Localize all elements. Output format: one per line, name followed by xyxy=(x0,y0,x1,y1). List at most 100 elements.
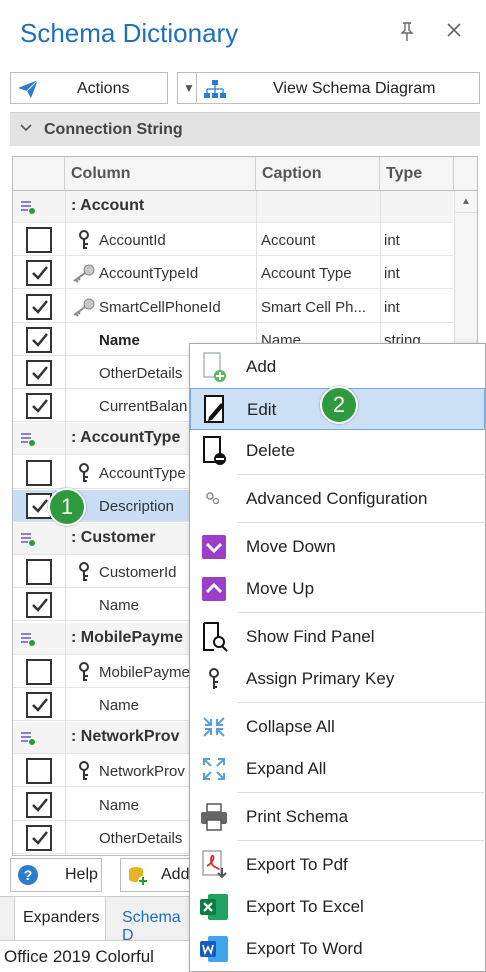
type-cell[interactable]: int xyxy=(384,224,450,256)
menu-item-label: Delete xyxy=(246,441,296,460)
expand-icon xyxy=(198,754,230,784)
table-group-icon xyxy=(21,433,35,447)
include-checkbox[interactable] xyxy=(26,824,52,851)
menu-item-advanced-configuration[interactable]: Advanced Configuration xyxy=(190,478,485,520)
menu-item-label: Add xyxy=(246,357,277,376)
include-checkbox[interactable] xyxy=(26,692,52,718)
menu-item-print-schema[interactable]: Print Schema xyxy=(190,796,485,838)
chevron-down-icon: ▼ xyxy=(183,81,195,95)
chevron-up-icon xyxy=(198,574,230,604)
printer-icon xyxy=(198,802,230,832)
view-schema-diagram-button[interactable]: View Schema Diagram xyxy=(196,72,480,104)
indicator-column-header xyxy=(13,157,65,191)
menu-item-label: Export To Word xyxy=(246,939,363,958)
group-label: Connection String xyxy=(44,121,183,138)
table-row[interactable]: AccountTypeId Account Type int xyxy=(13,257,453,290)
gears-icon xyxy=(198,484,230,514)
table-group-icon xyxy=(21,533,35,546)
menu-item-move-up[interactable]: Move Up xyxy=(190,568,485,610)
group-row[interactable]: : Account xyxy=(13,191,453,223)
paper-plane-icon xyxy=(18,79,39,98)
column-header-type[interactable]: Type xyxy=(380,157,454,191)
include-checkbox[interactable] xyxy=(26,227,52,254)
include-checkbox[interactable] xyxy=(26,260,52,287)
menu-item-export-to-pdf[interactable]: Export To Pdf xyxy=(190,844,485,886)
include-checkbox[interactable] xyxy=(26,592,52,619)
menu-item-label: Expand All xyxy=(246,759,327,778)
include-checkbox[interactable] xyxy=(26,360,52,386)
primary-key-icon xyxy=(79,230,89,250)
step-badge-1: 1 xyxy=(48,488,86,526)
primary-key-icon xyxy=(79,761,89,781)
menu-item-move-down[interactable]: Move Down xyxy=(190,526,485,568)
caption-cell[interactable]: Account Type xyxy=(261,257,377,289)
add-label: Add xyxy=(161,866,190,883)
group-row-label: : AccountType xyxy=(71,429,181,447)
caption-cell[interactable]: Account xyxy=(261,224,377,256)
column-name-cell[interactable]: SmartCellPhoneId xyxy=(99,291,254,323)
menu-item-collapse-all[interactable]: Collapse All xyxy=(190,706,485,748)
key-icon xyxy=(198,664,230,694)
tab-expanders[interactable]: Expanders xyxy=(14,897,106,941)
column-name-cell[interactable]: AccountId xyxy=(99,224,254,256)
type-cell[interactable]: int xyxy=(384,291,450,323)
menu-item-export-to-excel[interactable]: Export To Excel xyxy=(190,886,485,928)
grid-header: Column Caption Type xyxy=(13,157,477,191)
help-icon: ? xyxy=(18,865,38,885)
include-checkbox[interactable] xyxy=(26,758,52,785)
add-table-button[interactable]: Add xyxy=(120,858,200,892)
help-button[interactable]: ? Help xyxy=(10,858,102,892)
include-checkbox[interactable] xyxy=(26,293,52,320)
close-icon[interactable] xyxy=(442,20,466,46)
help-label: Help xyxy=(65,866,98,883)
find-panel-icon xyxy=(198,622,230,652)
chevron-down-icon[interactable] xyxy=(20,120,32,136)
include-checkbox[interactable] xyxy=(26,658,52,685)
svg-text:?: ? xyxy=(24,867,33,883)
primary-key-icon xyxy=(79,562,89,582)
menu-separator xyxy=(238,702,484,703)
actions-button[interactable]: Actions xyxy=(10,72,168,104)
table-row[interactable]: SmartCellPhoneId Smart Cell Ph... int xyxy=(13,291,453,323)
menu-separator xyxy=(238,474,484,475)
excel-icon xyxy=(198,892,230,922)
menu-item-label: Show Find Panel xyxy=(246,627,375,646)
table-group-icon xyxy=(21,732,35,746)
include-checkbox[interactable] xyxy=(26,326,52,353)
include-checkbox[interactable] xyxy=(26,559,52,586)
table-group-icon xyxy=(21,632,35,646)
caption-cell[interactable]: Smart Cell Ph... xyxy=(261,291,377,323)
menu-item-delete[interactable]: Delete xyxy=(190,430,485,472)
collapse-icon xyxy=(198,712,230,742)
menu-item-label: Export To Excel xyxy=(246,897,364,916)
type-cell[interactable]: int xyxy=(384,257,450,289)
menu-item-label: Advanced Configuration xyxy=(246,489,428,508)
connection-string-group[interactable]: Connection String xyxy=(10,112,480,146)
include-checkbox[interactable] xyxy=(26,393,52,420)
column-name-cell[interactable]: AccountTypeId xyxy=(99,257,254,289)
pin-icon[interactable] xyxy=(396,22,418,46)
theme-label[interactable]: Office 2019 Colorful xyxy=(4,947,154,967)
column-header-caption[interactable]: Caption xyxy=(256,157,380,191)
group-row-label: : MobilePayme xyxy=(71,628,184,646)
table-row[interactable]: AccountId Account int xyxy=(13,224,453,257)
edit-document-icon xyxy=(199,395,231,425)
menu-item-assign-primary-key[interactable]: Assign Primary Key xyxy=(190,658,485,700)
menu-item-show-find-panel[interactable]: Show Find Panel xyxy=(190,616,485,658)
menu-item-add[interactable]: Add xyxy=(190,346,485,388)
scroll-up-icon[interactable]: ▲ xyxy=(455,191,477,213)
group-row-label: : NetworkProv xyxy=(71,728,180,746)
schema-dictionary-window: Schema Dictionary Actions ▼ View Schema … xyxy=(0,0,486,972)
word-icon xyxy=(198,934,230,964)
group-row-label: : Account xyxy=(71,197,145,214)
menu-item-expand-all[interactable]: Expand All xyxy=(190,748,485,790)
actions-label: Actions xyxy=(77,80,130,97)
menu-item-label: Export To Pdf xyxy=(246,855,348,874)
column-header-column[interactable]: Column xyxy=(65,157,256,191)
group-row-label: : Customer xyxy=(71,529,156,546)
view-schema-diagram-label: View Schema Diagram xyxy=(273,80,436,97)
include-checkbox[interactable] xyxy=(26,459,52,486)
include-checkbox[interactable] xyxy=(26,791,52,818)
primary-key-icon xyxy=(79,661,89,681)
menu-item-export-to-word[interactable]: Export To Word xyxy=(190,928,485,970)
